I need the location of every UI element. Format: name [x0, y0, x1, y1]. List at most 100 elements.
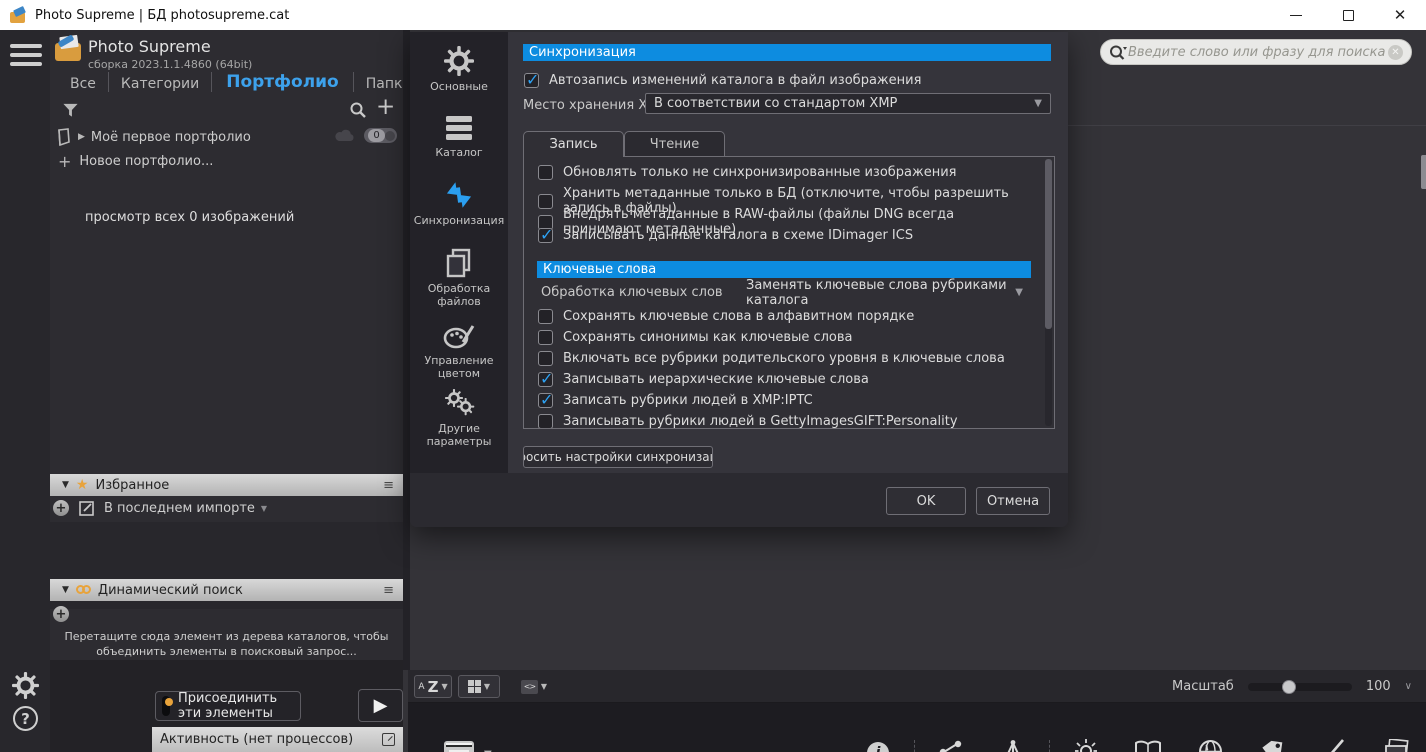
- reset-sync-button[interactable]: Сбросить настройки синхронизации: [523, 446, 713, 468]
- section-menu-icon[interactable]: ≡: [383, 583, 394, 598]
- checkbox[interactable]: [538, 390, 553, 409]
- scrollbar-thumb[interactable]: [1045, 159, 1052, 329]
- binoculars-icon: [75, 585, 91, 595]
- gears-icon: [410, 388, 508, 418]
- favorites-item-row[interactable]: + В последнем импорте ▼: [53, 500, 267, 516]
- collapse-arrow-icon[interactable]: ▼: [62, 585, 69, 595]
- help-icon[interactable]: ?: [13, 706, 38, 731]
- tab-portfolio[interactable]: Портфолио: [212, 72, 353, 94]
- section-menu-icon[interactable]: ≡: [383, 478, 394, 493]
- search-input[interactable]: [1128, 44, 1388, 60]
- sync-count-toggle[interactable]: 0: [364, 128, 397, 143]
- checkbox[interactable]: [538, 165, 553, 180]
- option-row[interactable]: Сохранять ключевые слова в алфавитном по…: [538, 309, 1028, 324]
- join-elements-button[interactable]: Присоединить эти элементы: [155, 691, 301, 721]
- nav-color-management[interactable]: Управление цветом: [410, 322, 508, 380]
- ok-button[interactable]: OK: [886, 487, 966, 515]
- palette-icon: [410, 322, 508, 350]
- tag-icon: [1262, 740, 1283, 752]
- checkbox[interactable]: [538, 309, 553, 324]
- option-row[interactable]: Записать рубрики людей в XMP:IPTC: [538, 390, 1028, 409]
- menu-button[interactable]: [10, 44, 42, 71]
- tool-edit[interactable]: Правка: [1303, 736, 1365, 752]
- tool-compare[interactable]: Сравнить: [1055, 736, 1117, 752]
- autosave-label: Автозапись изменений каталога в файл изо…: [549, 73, 922, 88]
- tab-write[interactable]: Запись: [523, 131, 624, 157]
- nav-file-handling[interactable]: Обработка файлов: [410, 248, 508, 308]
- keyword-handling-row[interactable]: Обработка ключевых слов Заменять ключевы…: [541, 278, 1041, 308]
- dynamic-search-header[interactable]: ▼ Динамический поиск ≡: [50, 579, 403, 601]
- portfolio-tree-item[interactable]: ▶ Моё первое портфолио 0: [50, 126, 403, 148]
- zoom-slider[interactable]: [1247, 679, 1352, 694]
- filter-icon[interactable]: [62, 102, 79, 119]
- tab-read[interactable]: Чтение: [624, 131, 725, 156]
- tab-categories[interactable]: Категории: [109, 74, 211, 94]
- add-favorite-icon[interactable]: +: [53, 500, 69, 516]
- basket-icon[interactable]: 0: [444, 741, 474, 752]
- dropdown-arrow-icon[interactable]: ▼: [261, 504, 267, 513]
- nav-sync[interactable]: Синхронизация: [410, 180, 508, 227]
- clear-search-icon[interactable]: ✕: [1388, 44, 1403, 60]
- view-all-link[interactable]: просмотр всех 0 изображений: [85, 210, 294, 225]
- search-icon[interactable]: [1109, 44, 1128, 61]
- minimize-button[interactable]: [1270, 0, 1322, 30]
- add-portfolio-icon[interactable]: +: [376, 94, 395, 120]
- option-label: Записать рубрики людей в XMP:IPTC: [563, 393, 813, 408]
- tool-labels[interactable]: Рубрики: [1241, 736, 1303, 752]
- settings-gear-icon[interactable]: [12, 672, 39, 699]
- activity-bar[interactable]: Активность (нет процессов): [152, 727, 403, 752]
- checkbox[interactable]: [538, 330, 553, 345]
- maximize-icon: [1342, 9, 1354, 21]
- checkbox[interactable]: [538, 369, 553, 388]
- expand-panel-icon[interactable]: [382, 733, 395, 746]
- checkbox[interactable]: [538, 351, 553, 366]
- option-row[interactable]: Сохранять синонимы как ключевые слова: [538, 330, 1028, 345]
- tool-batch[interactable]: Пакет: [982, 736, 1044, 752]
- option-row[interactable]: Записывать иерархические ключевые слова: [538, 369, 1028, 388]
- autosave-option[interactable]: Автозапись изменений каталога в файл изо…: [524, 70, 1044, 89]
- tool-geotag[interactable]: Геотег: [1179, 736, 1241, 752]
- search-bar[interactable]: ✕: [1100, 39, 1412, 65]
- cancel-button[interactable]: Отмена: [976, 487, 1050, 515]
- favorites-header[interactable]: ▼ ★ Избранное ≡: [50, 474, 403, 496]
- collapse-arrow-icon[interactable]: ▼: [62, 480, 69, 490]
- maximize-button[interactable]: [1322, 0, 1374, 30]
- tab-all[interactable]: Все: [58, 74, 108, 94]
- expand-arrow-icon[interactable]: ▶: [78, 132, 85, 142]
- option-row[interactable]: Включать все рубрики родительского уровн…: [538, 351, 1028, 366]
- checkbox[interactable]: [538, 414, 553, 428]
- tool-send[interactable]: Отправка: [920, 736, 982, 752]
- new-portfolio-item[interactable]: + Новое портфолио...: [58, 152, 213, 171]
- nav-other[interactable]: Другие параметры: [410, 388, 508, 448]
- close-button[interactable]: ✕: [1374, 0, 1426, 30]
- view-controls-row: A Z ▼ ▼ <> ▼ Масштаб 100 ∨: [408, 670, 1426, 703]
- right-panel-grip[interactable]: [1421, 155, 1426, 189]
- option-row[interactable]: Записывать рубрики людей в GettyImagesGI…: [538, 414, 1028, 428]
- tool-view[interactable]: Просмотр: [1365, 736, 1426, 752]
- panel-splitter[interactable]: [403, 30, 410, 670]
- catalog-tabs: Все Категории Портфолио Папки: [58, 72, 425, 94]
- nav-catalog-label: Каталог: [435, 146, 483, 159]
- checkbox[interactable]: [524, 70, 539, 89]
- checkbox[interactable]: [538, 225, 553, 244]
- view-mode-button[interactable]: ▼: [458, 675, 500, 698]
- edit-icon[interactable]: [79, 500, 94, 516]
- tool-info[interactable]: i Инфо: [847, 736, 909, 752]
- option-row[interactable]: Записывать данные каталога в схеме IDima…: [538, 225, 1028, 244]
- xmp-storage-select[interactable]: В соответствии со стандартом XMP ▼: [645, 93, 1051, 114]
- sort-button[interactable]: A Z ▼: [414, 675, 452, 698]
- toolbar-separator: [909, 736, 920, 752]
- search-tree-icon[interactable]: [349, 101, 367, 119]
- app-build: сборка 2023.1.1.4860 (64bit): [88, 58, 253, 71]
- zoom-slider-thumb[interactable]: [1281, 679, 1296, 694]
- run-search-button[interactable]: ▶: [358, 689, 403, 722]
- option-row[interactable]: Обновлять только не синхронизированные и…: [538, 165, 1028, 180]
- add-search-element-icon[interactable]: +: [53, 606, 69, 622]
- basket-control[interactable]: 0 ▼ Корзинка: [436, 739, 526, 752]
- nav-catalog[interactable]: Каталог: [410, 114, 508, 159]
- scrollbar[interactable]: [1045, 159, 1052, 426]
- tool-details[interactable]: Детали: [1117, 736, 1179, 752]
- embed-options-button[interactable]: <> ▼: [512, 675, 556, 698]
- chevron-down-icon[interactable]: ∨: [1405, 681, 1412, 692]
- nav-general[interactable]: Основные: [410, 46, 508, 93]
